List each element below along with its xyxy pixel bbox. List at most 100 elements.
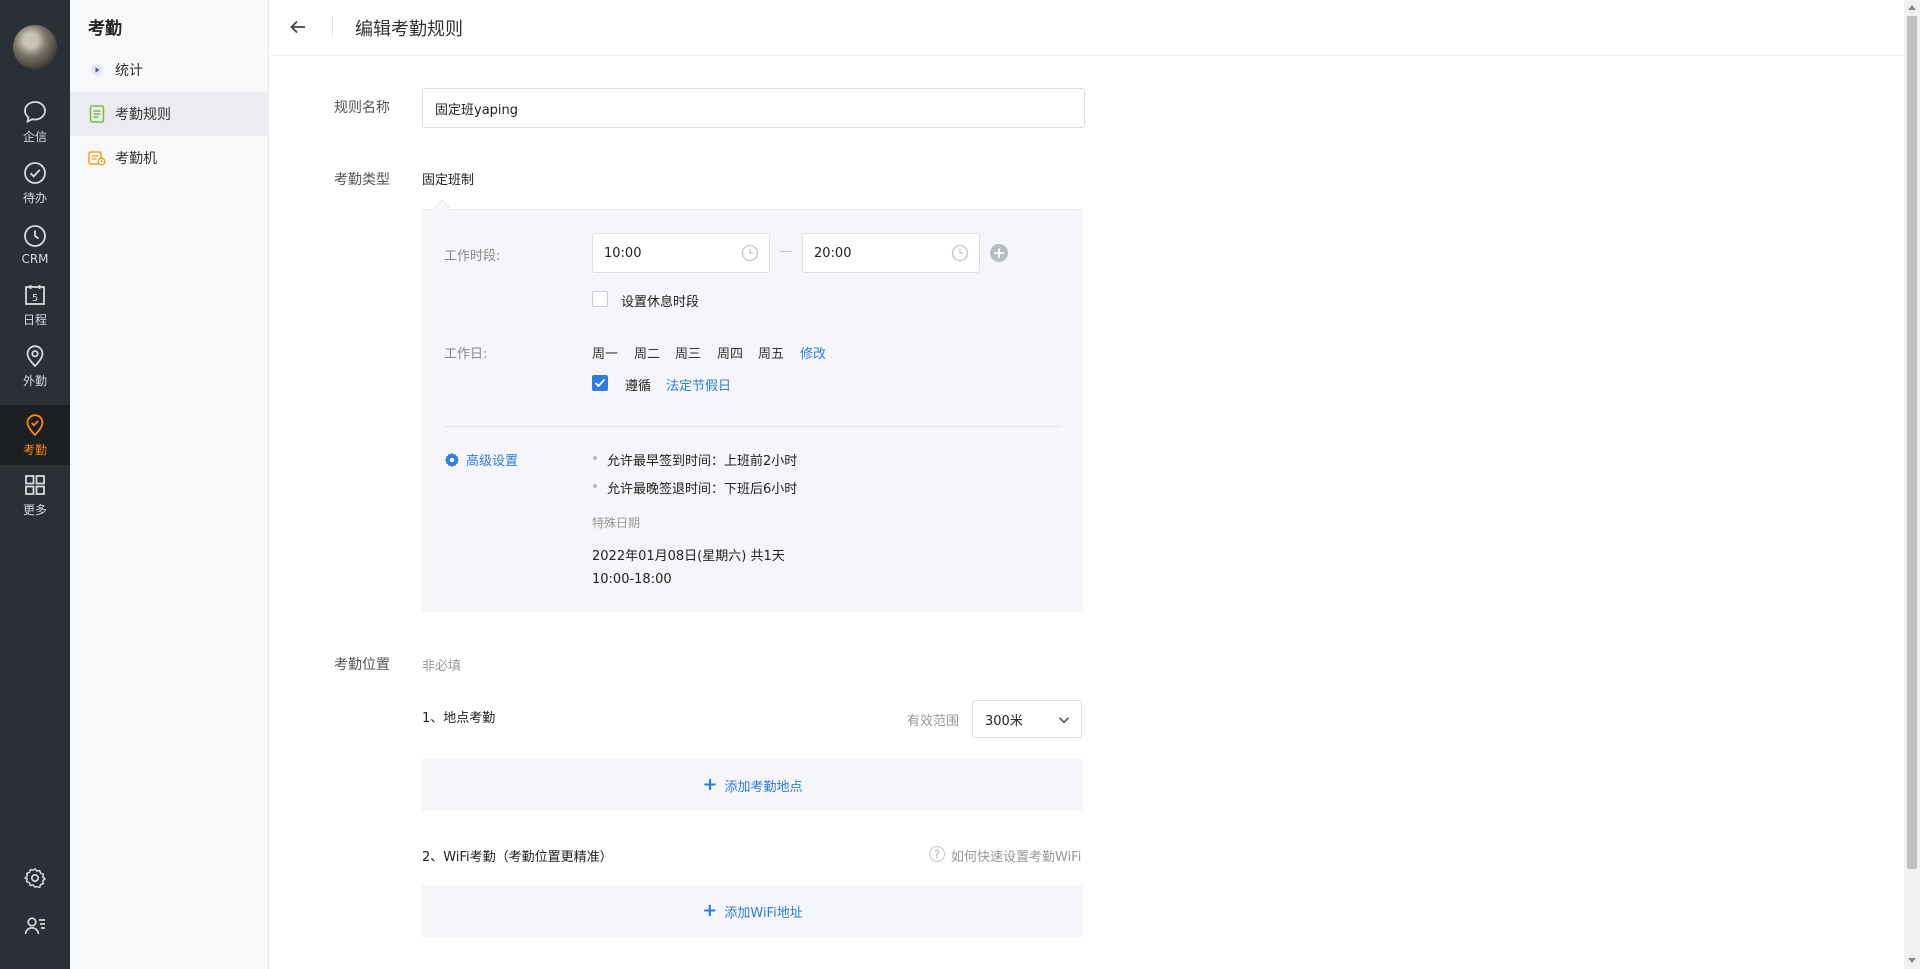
sidebar-item-machine[interactable]: 考勤机 [70,136,269,180]
add-place-button[interactable]: + 添加考勤地点 [422,759,1083,811]
plus-icon: + [702,900,718,921]
end-time-input[interactable]: 20:00 [802,233,980,273]
special-date-label: 特殊日期 [592,516,641,530]
start-time-input[interactable]: 10:00 [592,233,770,273]
work-day: 周三 [675,347,702,362]
header-divider [332,16,333,38]
scroll-thumb[interactable] [1907,16,1917,869]
nav-more[interactable]: 更多 [0,465,70,525]
advanced-settings-label: 高级设置 [466,454,519,469]
nav-qixin[interactable]: 企信 [0,92,70,152]
chat-bubble-icon [24,101,46,124]
sidebar-item-label: 考勤机 [115,151,157,167]
app-rail: 企信 待办 CRM 5 日程 外勤 考勤 更多 [0,0,70,969]
machine-icon [88,149,106,167]
rest-period-label: 设置休息时段 [621,295,700,310]
add-place-label: 添加考勤地点 [724,779,803,795]
work-day: 周二 [634,347,661,362]
calendar-icon: 5 [25,285,45,305]
shift-settings-panel: 工作时段: 10:00 — 20:00 + 设置休息时段 工作日: 周一 周二 … [422,209,1083,612]
checkmark-icon [594,378,606,388]
holiday-checkbox[interactable] [592,375,608,391]
special-time-value: 10:00-18:00 [592,572,672,587]
sidebar-item-rules[interactable]: 考勤规则 [70,92,269,136]
chevron-down-icon [1058,717,1070,724]
settings-button[interactable] [0,858,70,898]
gear-icon [444,452,460,467]
location-pin-icon [26,345,44,368]
nav-field-work[interactable]: 外勤 [0,336,70,396]
work-days-label: 工作日: [444,347,488,362]
scrollbar[interactable] [1904,0,1920,969]
special-date-value: 2022年01月08日(星期六) 共1天 [592,549,785,564]
plus-icon: + [992,243,1006,262]
add-time-range-button[interactable]: + [990,244,1008,262]
attendance-type-value[interactable]: 固定班制 [422,169,474,188]
optional-hint: 非必填 [422,659,462,674]
nav-calendar[interactable]: 5 日程 [0,275,70,335]
rule-name-input[interactable]: 固定班yaping [422,88,1085,128]
grid-icon [25,475,45,495]
nav-label: 企信 [22,130,47,144]
range-value: 300米 [985,713,1023,729]
nav-label: CRM [21,251,49,266]
svg-text:5: 5 [32,293,38,304]
place-attendance-title: 1、地点考勤 [422,711,496,726]
attendance-type-label: 考勤类型 [334,172,390,188]
user-list-icon [24,917,45,935]
bullet-dot [593,484,597,488]
start-time-value: 10:00 [604,245,642,261]
add-wifi-button[interactable]: + 添加WiFi地址 [422,885,1083,937]
bullet-dot [593,456,597,460]
arrow-left-icon [290,20,305,34]
attendance-icon [26,414,44,437]
sidebar-item-label: 考勤规则 [115,107,171,123]
plus-icon: + [702,774,718,795]
nav-label: 考勤 [22,443,47,457]
advanced-rule: 允许最晚签退时间：下班后6小时 [607,482,798,497]
document-icon [88,105,106,123]
check-circle-icon [24,162,46,184]
legal-holidays-link[interactable]: 法定节假日 [666,375,731,394]
nav-label: 日程 [22,313,47,327]
sidebar-item-label: 统计 [115,63,143,79]
location-label: 考勤位置 [334,657,390,673]
work-day: 周一 [592,347,619,362]
clock-icon [951,244,969,262]
end-time-value: 20:00 [814,245,852,261]
back-button[interactable] [286,15,310,39]
rest-period-checkbox[interactable] [592,291,608,307]
nav-label: 更多 [22,503,47,517]
page-title: 编辑考勤规则 [355,19,463,40]
advanced-rule: 允许最早签到时间：上班前2小时 [607,454,798,469]
gear-icon [24,868,46,889]
range-select[interactable]: 300米 [972,700,1082,738]
nav-crm[interactable]: CRM [0,214,70,274]
nav-label: 待办 [22,191,47,205]
wifi-attendance-title: 2、WiFi考勤（考勤位置更精准） [422,850,613,865]
clock-icon [24,224,46,247]
nav-attendance[interactable]: 考勤 [0,405,70,465]
add-wifi-label: 添加WiFi地址 [724,905,803,921]
range-label: 有效范围 [907,714,960,729]
page-header: 编辑考勤规则 [270,0,1904,56]
work-time-label: 工作时段: [444,249,501,264]
sidebar-title: 考勤 [88,19,122,39]
nav-todo[interactable]: 待办 [0,153,70,213]
work-day: 周四 [717,347,744,362]
holiday-prefix: 遵循 [625,379,652,394]
scroll-up-arrow-icon[interactable] [1908,5,1916,10]
edit-work-days-link[interactable]: 修改 [800,343,826,362]
secondary-sidebar: 考勤 统计 考勤规则 考勤机 [70,0,269,969]
contacts-button[interactable] [0,906,70,946]
sidebar-item-stats[interactable]: 统计 [70,48,269,92]
avatar[interactable] [13,25,57,69]
rule-name-label: 规则名称 [334,100,390,116]
scroll-down-arrow-icon[interactable] [1908,958,1916,963]
panel-divider [444,426,1061,427]
advanced-settings-link[interactable]: 高级设置 [444,450,518,469]
time-range-dash: — [779,244,792,259]
nav-label: 外勤 [22,374,47,388]
clock-icon [741,244,759,262]
wifi-help-link[interactable]: 如何快速设置考勤WiFi [951,846,1081,865]
